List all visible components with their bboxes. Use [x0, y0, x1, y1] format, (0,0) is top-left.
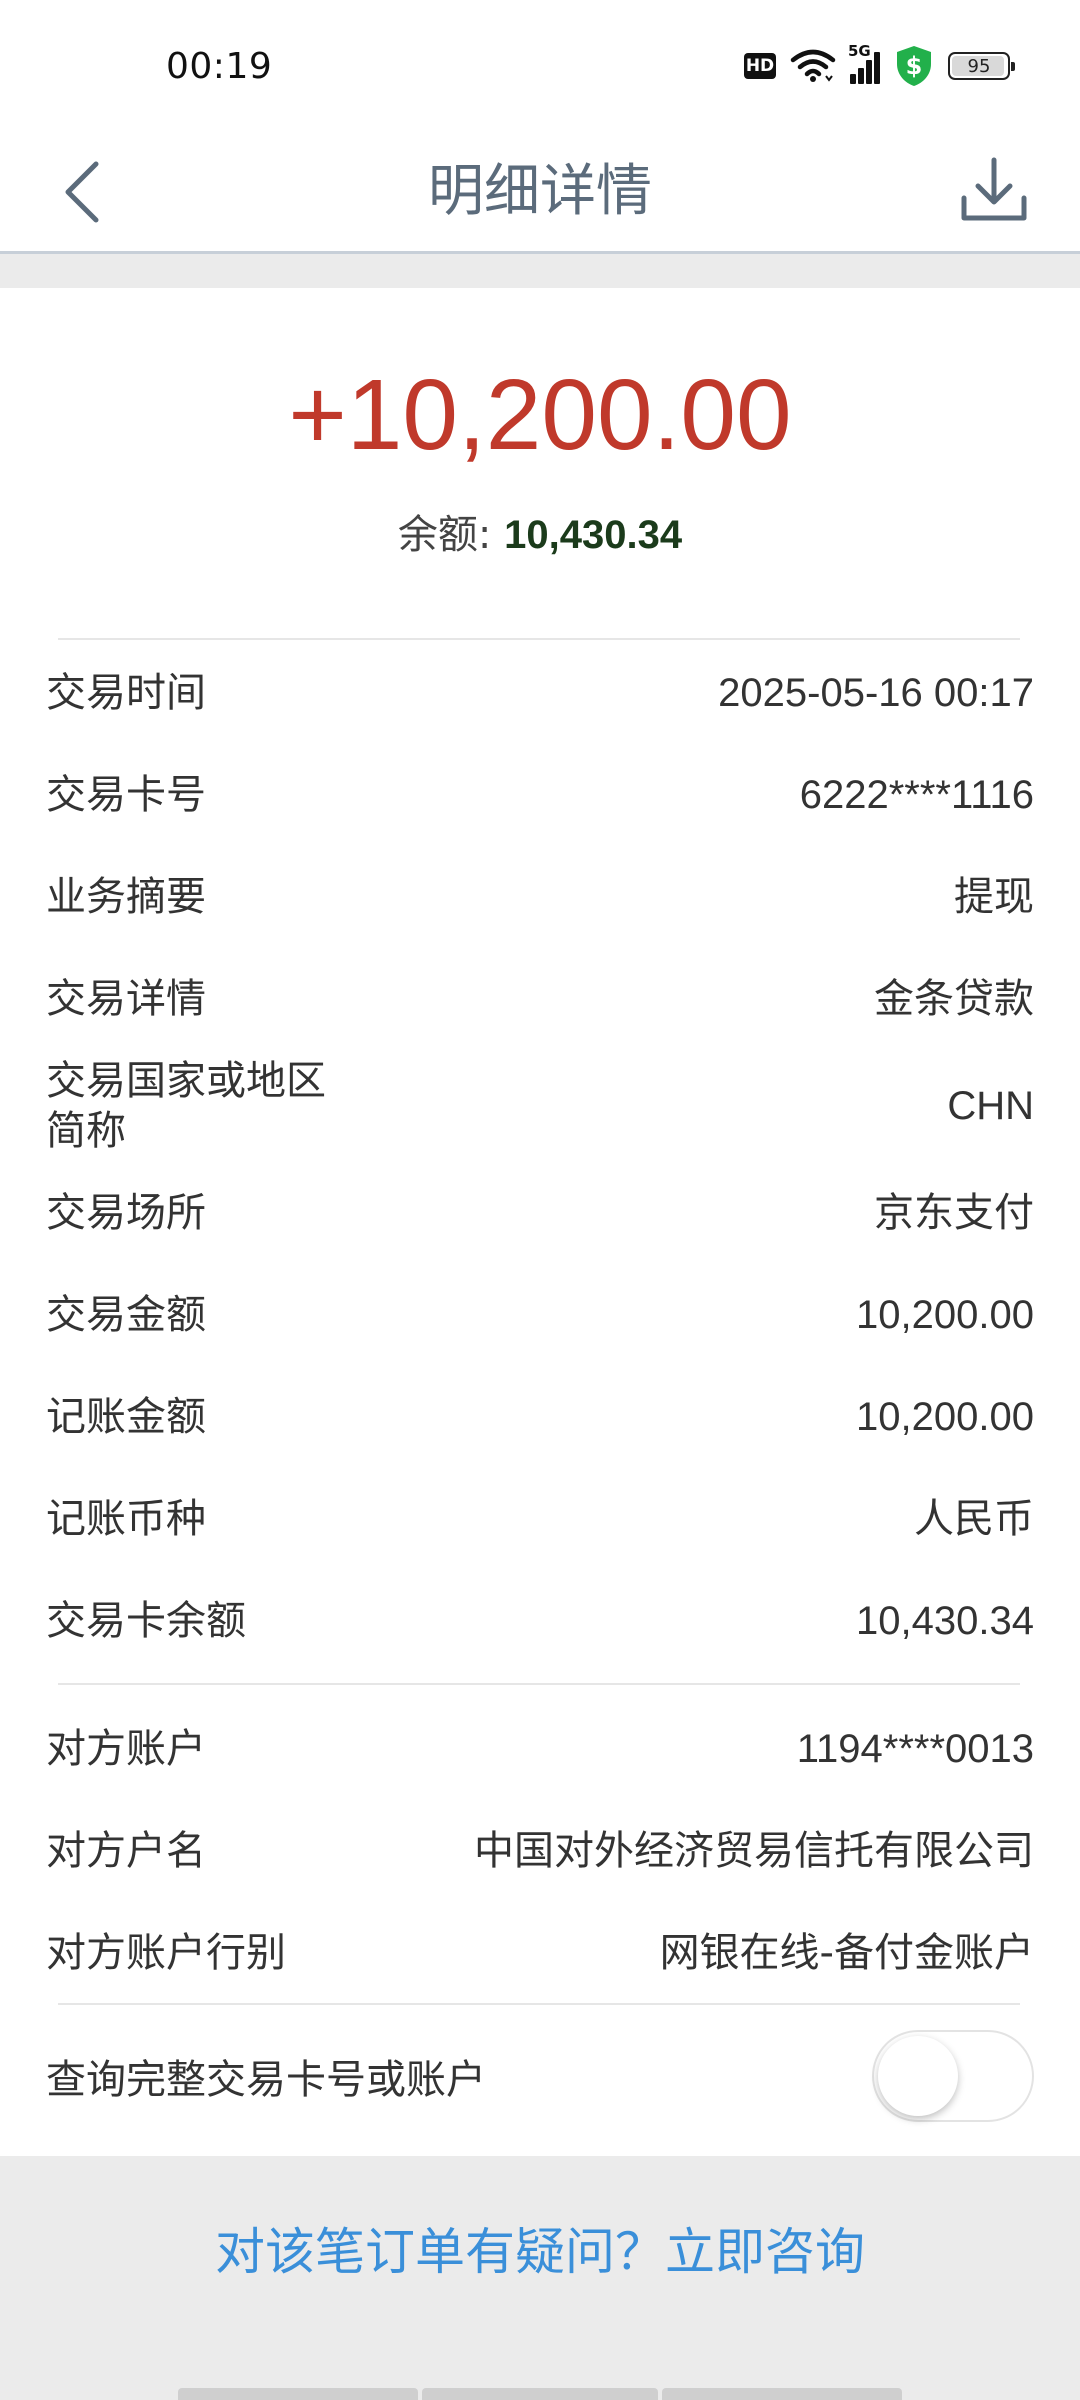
- detail-row-card: 交易卡号 6222****1116: [46, 770, 1034, 820]
- balance-line: 余额: 10,430.34: [0, 510, 1080, 560]
- detail-value: 2025-05-16 00:17: [718, 671, 1034, 715]
- detail-value: 中国对外经济贸易信托有限公司: [474, 1828, 1034, 1874]
- toggle-knob: [878, 2036, 958, 2116]
- svg-text:$: $: [906, 52, 923, 80]
- detail-value: 金条贷款: [874, 976, 1034, 1022]
- nav-handle: [178, 2388, 418, 2400]
- detail-row-time: 交易时间 2025-05-16 00:17: [46, 668, 1034, 718]
- network-type: 5G: [848, 42, 871, 60]
- detail-label: 业务摘要: [46, 874, 206, 920]
- detail-row-counterparty-bank: 对方账户行别 网银在线-备付金账户: [46, 1928, 1034, 1978]
- detail-row-summary: 业务摘要 提现: [46, 872, 1034, 922]
- detail-row-place: 交易场所 京东支付: [46, 1188, 1034, 1238]
- wifi-icon: [790, 49, 836, 82]
- page-title: 明细详情: [428, 159, 652, 224]
- full-query-label: 查询完整交易卡号或账户: [46, 2057, 486, 2103]
- detail-label: 对方户名: [46, 1828, 206, 1874]
- detail-value: 网银在线-备付金账户: [659, 1930, 1034, 1976]
- full-query-toggle[interactable]: [872, 2030, 1034, 2122]
- detail-label: 对方账户行别: [46, 1930, 286, 1976]
- detail-label: 交易详情: [46, 976, 206, 1022]
- battery-icon: 95: [948, 52, 1015, 80]
- detail-value: 10,200.00: [856, 1293, 1034, 1337]
- nav-handle: [662, 2388, 902, 2400]
- detail-row-booked-amount: 记账金额 10,200.00: [46, 1392, 1034, 1442]
- detail-value: 10,200.00: [856, 1395, 1034, 1439]
- detail-row-country: 交易国家或地区 简称 CHN: [46, 1056, 1034, 1156]
- detail-value: 10,430.34: [856, 1599, 1034, 1643]
- detail-value: 京东支付: [874, 1190, 1034, 1236]
- detail-value: 1194****0013: [796, 1727, 1034, 1771]
- transaction-amount: +10,200.00: [288, 359, 792, 471]
- detail-row-amount: 交易金额 10,200.00: [46, 1290, 1034, 1340]
- nav-handle: [422, 2388, 658, 2400]
- balance-label: 余额:: [397, 512, 505, 558]
- full-query-row: 查询完整交易卡号或账户: [46, 2055, 840, 2105]
- detail-value: 提现: [954, 874, 1034, 920]
- download-icon: [961, 157, 1027, 221]
- status-bar: 00:19 HD 5G $ 95: [0, 0, 1080, 130]
- detail-label: 交易卡余额: [46, 1598, 246, 1644]
- detail-row-counterparty-account: 对方账户 1194****0013: [46, 1724, 1034, 1774]
- detail-row-currency: 记账币种 人民币: [46, 1494, 1034, 1544]
- detail-row-detail: 交易详情 金条贷款: [46, 974, 1034, 1024]
- battery-level: 95: [967, 55, 991, 77]
- download-button[interactable]: [952, 148, 1036, 232]
- divider: [58, 1683, 1020, 1685]
- detail-label: 交易金额: [46, 1292, 206, 1338]
- divider: [58, 638, 1020, 640]
- detail-label: 交易卡号: [46, 772, 206, 818]
- detail-label: 对方账户: [46, 1726, 206, 1772]
- shield-dollar-icon: $: [897, 46, 931, 86]
- detail-value: 6222****1116: [799, 773, 1034, 817]
- divider: [58, 2003, 1020, 2005]
- header-separator: [0, 254, 1080, 288]
- app-header: 明细详情: [0, 130, 1080, 254]
- balance-value: 10,430.34: [504, 513, 683, 557]
- status-icons: HD 5G $ 95: [744, 42, 1015, 88]
- detail-label: 交易国家或地区 简称: [46, 1058, 326, 1154]
- hd-icon: HD: [744, 53, 776, 79]
- signal-icon: 5G: [848, 42, 880, 84]
- detail-row-card-balance: 交易卡余额 10,430.34: [46, 1596, 1034, 1646]
- detail-value: 人民币: [914, 1496, 1034, 1542]
- detail-label: 交易场所: [46, 1190, 206, 1236]
- status-time: 00:19: [166, 46, 273, 87]
- detail-label: 记账币种: [46, 1496, 206, 1542]
- detail-label: 交易时间: [46, 670, 206, 716]
- consult-link[interactable]: 对该笔订单有疑问？立即咨询: [0, 2222, 1080, 2282]
- detail-value: CHN: [947, 1084, 1034, 1128]
- detail-label: 记账金额: [46, 1394, 206, 1440]
- detail-row-counterparty-name: 对方户名 中国对外经济贸易信托有限公司: [46, 1826, 1034, 1876]
